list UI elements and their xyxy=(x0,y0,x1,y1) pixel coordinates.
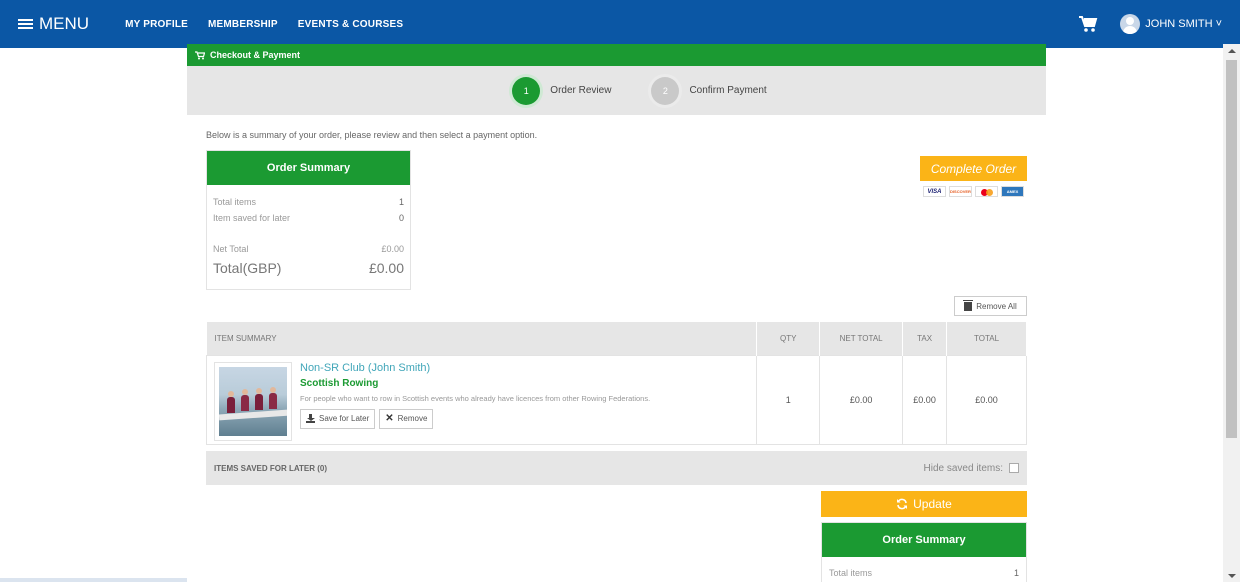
update-label: Update xyxy=(913,497,952,511)
total-items-row: Total items 1 xyxy=(207,197,410,207)
header-net-total: NET TOTAL xyxy=(819,322,904,355)
item-title-link[interactable]: Non-SR Club (John Smith) xyxy=(300,362,430,374)
saved-items-row: Item saved for later 0 xyxy=(207,213,410,223)
total-value: £0.00 xyxy=(368,260,404,276)
qty-cell: 1 xyxy=(756,354,821,445)
nav-links: MY PROFILE MEMBERSHIP EVENTS & COURSES xyxy=(125,19,403,30)
step-number: 2 xyxy=(651,76,680,105)
order-summary-bottom-title: Order Summary xyxy=(822,523,1026,557)
hide-saved-label: Hide saved items: xyxy=(923,462,1003,474)
hamburger-icon xyxy=(18,18,33,30)
step-number: 1 xyxy=(512,76,541,105)
total-items-row: Total items 1 xyxy=(822,568,1026,578)
nav-link-membership[interactable]: MEMBERSHIP xyxy=(208,19,278,30)
refresh-icon xyxy=(897,498,908,510)
checkout-steps: 1 Order Review 2 Confirm Payment xyxy=(187,66,1046,115)
menu-button[interactable]: MENU xyxy=(18,14,89,34)
remove-all-label: Remove All xyxy=(976,301,1017,311)
menu-label: MENU xyxy=(39,14,90,33)
items-table: ITEM SUMMARY QTY NET TOTAL TAX TOTAL Non… xyxy=(205,322,1027,445)
step-confirm-payment: 2 Confirm Payment xyxy=(651,76,767,105)
hide-saved-control: Hide saved items: xyxy=(924,463,1019,474)
net-total-label: Net Total xyxy=(213,244,249,254)
total-items-label: Total items xyxy=(829,568,873,578)
step-label: Confirm Payment xyxy=(689,85,767,96)
save-for-later-label: Save for Later xyxy=(319,414,370,423)
update-button[interactable]: Update xyxy=(821,491,1027,517)
step-label: Order Review xyxy=(550,85,612,96)
amex-card-icon: AMEX xyxy=(1001,186,1024,197)
trash-icon xyxy=(963,299,974,311)
mastercard-icon xyxy=(975,186,998,197)
total-cell: £0.00 xyxy=(946,354,1027,445)
visa-card-icon: VISA xyxy=(923,186,946,197)
total-items-value: 1 xyxy=(398,197,404,207)
nav-link-my-profile[interactable]: MY PROFILE xyxy=(125,19,188,30)
cart-icon[interactable] xyxy=(1078,15,1098,33)
save-for-later-button[interactable]: Save for Later xyxy=(300,408,376,429)
remove-all-button[interactable]: Remove All xyxy=(954,296,1027,316)
order-summary-box: Order Summary Total items 1 Item saved f… xyxy=(206,150,411,290)
bottom-edge xyxy=(0,578,187,582)
header-item-summary: ITEM SUMMARY xyxy=(206,322,758,355)
checkout-panel: Checkout & Payment 1 Order Review 2 Conf… xyxy=(187,44,1046,582)
table-header-row: ITEM SUMMARY QTY NET TOTAL TAX TOTAL xyxy=(206,322,1027,355)
nav-right: JOHN SMITH ˅ xyxy=(1078,0,1240,48)
page-scrollbar[interactable] xyxy=(1223,44,1240,582)
panel-title: Checkout & Payment xyxy=(210,50,301,60)
scroll-down-arrow-icon[interactable] xyxy=(1228,574,1236,578)
panel-header: Checkout & Payment xyxy=(187,44,1046,66)
saved-for-later-bar: ITEMS SAVED FOR LATER (0) Hide saved ite… xyxy=(206,451,1027,485)
total-items-value: 1 xyxy=(1013,568,1019,578)
user-name: JOHN SMITH ˅ xyxy=(1145,18,1222,30)
net-total-row: Net Total £0.00 xyxy=(207,244,410,254)
remove-item-button[interactable]: ✕ Remove xyxy=(379,408,434,429)
table-row: Non-SR Club (John Smith) Scottish Rowing… xyxy=(205,354,1027,445)
total-row: Total(GBP) £0.00 xyxy=(207,260,410,276)
remove-label: Remove xyxy=(397,414,428,423)
saved-items-value: 0 xyxy=(398,213,404,223)
order-summary-bottom: Order Summary Total items 1 xyxy=(821,522,1027,582)
header-total: TOTAL xyxy=(946,322,1027,355)
saved-for-later-label: ITEMS SAVED FOR LATER (0) xyxy=(214,463,328,473)
net-total-value: £0.00 xyxy=(381,244,404,254)
order-summary-title: Order Summary xyxy=(207,151,410,185)
hide-saved-checkbox[interactable] xyxy=(1009,463,1019,473)
avatar xyxy=(1120,14,1141,34)
intro-text: Below is a summary of your order, please… xyxy=(206,130,538,140)
net-total-cell: £0.00 xyxy=(819,354,904,445)
step-order-review: 1 Order Review xyxy=(512,76,612,105)
header-tax: TAX xyxy=(902,322,948,355)
download-icon xyxy=(306,414,315,423)
complete-order-button[interactable]: Complete Order xyxy=(920,156,1027,181)
item-thumbnail xyxy=(214,361,292,441)
user-menu[interactable]: JOHN SMITH ˅ xyxy=(1120,14,1222,34)
scroll-up-arrow-icon[interactable] xyxy=(1228,49,1236,53)
discover-card-icon: DISCOVER xyxy=(949,186,972,197)
header-qty: QTY xyxy=(756,322,821,355)
rowing-photo xyxy=(219,366,287,436)
total-label: Total(GBP) xyxy=(213,260,282,276)
saved-items-label: Item saved for later xyxy=(213,213,291,223)
top-navbar: MENU MY PROFILE MEMBERSHIP EVENTS & COUR… xyxy=(0,0,1240,48)
close-icon: ✕ xyxy=(385,413,394,424)
nav-link-events-courses[interactable]: EVENTS & COURSES xyxy=(298,19,403,30)
item-organisation: Scottish Rowing xyxy=(300,377,379,389)
payment-cards: VISA DISCOVER AMEX xyxy=(923,186,1024,197)
scroll-thumb[interactable] xyxy=(1226,60,1237,438)
total-items-label: Total items xyxy=(213,197,257,207)
cart-icon xyxy=(195,50,205,59)
item-summary-cell: Non-SR Club (John Smith) Scottish Rowing… xyxy=(205,354,758,445)
item-description: For people who want to row in Scottish e… xyxy=(300,393,651,403)
tax-cell: £0.00 xyxy=(902,354,948,445)
item-actions: Save for Later ✕ Remove xyxy=(300,408,434,429)
